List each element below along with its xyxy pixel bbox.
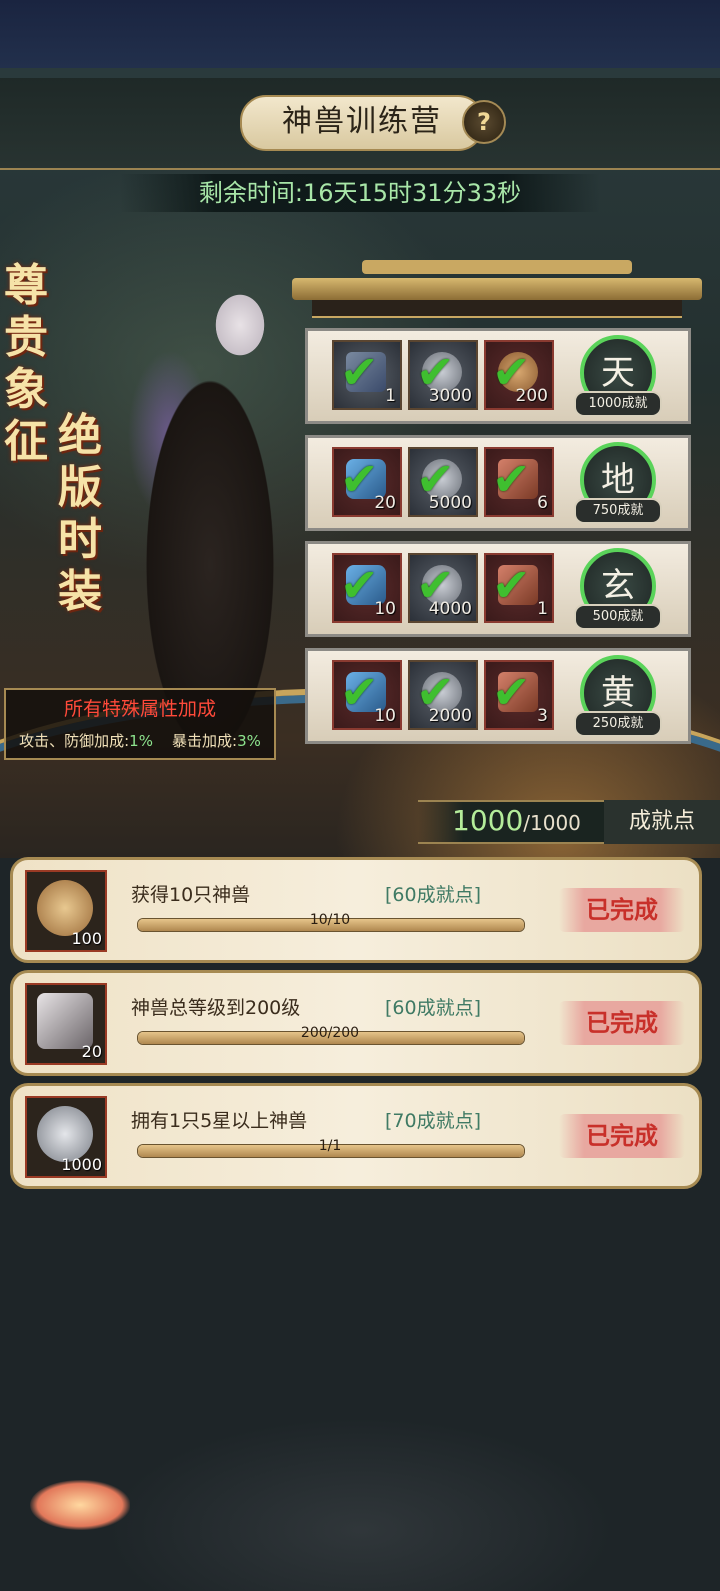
- bonus-title: 所有特殊属性加成: [63, 698, 216, 720]
- task-description: 神兽总等级到200级: [131, 997, 301, 1019]
- tier-row-di: ✔ 20 ✔ 5000 ✔ 6 地 750成就: [305, 435, 691, 531]
- task-reward-item[interactable]: 100: [25, 870, 107, 952]
- task-reward-item[interactable]: 20: [25, 983, 107, 1065]
- achievement-points-bar: 1000/1000 成就点: [418, 800, 720, 844]
- stone-icon: [37, 993, 93, 1049]
- tier-row-xuan: ✔ 10 ✔ 4000 ✔ 1 玄 500成就: [305, 541, 691, 637]
- task-reward-points: [70成就点]: [385, 1110, 482, 1132]
- remaining-time: 剩余时间:16天15时31分33秒: [120, 174, 600, 212]
- task-card: 20 神兽总等级到200级 [60成就点] 200/200 已完成: [10, 970, 702, 1076]
- reward-slot[interactable]: ✔ 4000: [408, 553, 478, 623]
- task-status-button[interactable]: 已完成: [559, 888, 685, 932]
- task-reward-points: [60成就点]: [385, 884, 482, 906]
- check-icon: ✔: [492, 558, 531, 612]
- help-button[interactable]: ?: [462, 100, 506, 144]
- bonus-crit-value: 3%: [237, 732, 261, 750]
- check-icon: ✔: [492, 665, 531, 719]
- reward-slot[interactable]: ✔ 200: [484, 340, 554, 410]
- tier-row-huang: ✔ 10 ✔ 2000 ✔ 3 黄 250成就: [305, 648, 691, 744]
- task-description: 获得10只神兽: [131, 884, 251, 906]
- pavilion-roof: [272, 254, 720, 324]
- top-bar: [0, 0, 720, 68]
- bonus-detail: 攻击、防御加成:1% 暴击加成:3%: [6, 730, 274, 751]
- reward-slot[interactable]: ✔ 2000: [408, 660, 478, 730]
- task-reward-item[interactable]: 1000: [25, 1096, 107, 1178]
- task-progress-text: 10/10: [309, 912, 351, 928]
- page-title: 神兽训练营: [240, 95, 484, 151]
- task-reward-points: [60成就点]: [385, 997, 482, 1019]
- bottom-decoration: [0, 1200, 720, 1591]
- tier-row-tian: ✔ 1 ✔ 3000 ✔ 200 天 1000成就: [305, 328, 691, 424]
- reward-slot[interactable]: ✔ 3: [484, 660, 554, 730]
- points-value: 1000/1000: [452, 804, 581, 837]
- check-icon: ✔: [340, 665, 379, 719]
- bag-icon: [37, 880, 93, 936]
- task-card: 1000 拥有1只5星以上神兽 [70成就点] 1/1 已完成: [10, 1083, 702, 1189]
- check-icon: ✔: [340, 452, 379, 506]
- task-progress-text: 200/200: [300, 1025, 360, 1041]
- task-status-button[interactable]: 已完成: [559, 1001, 685, 1045]
- promo-text-right: 绝版时装: [58, 410, 102, 617]
- reward-slot[interactable]: ✔ 20: [332, 447, 402, 517]
- check-icon: ✔: [492, 452, 531, 506]
- reward-slot[interactable]: ✔ 6: [484, 447, 554, 517]
- reward-slot[interactable]: ✔ 10: [332, 660, 402, 730]
- task-description: 拥有1只5星以上神兽: [131, 1110, 308, 1132]
- check-icon: ✔: [340, 558, 379, 612]
- reward-slot[interactable]: ✔ 5000: [408, 447, 478, 517]
- tier-medal[interactable]: 天 1000成就: [574, 335, 662, 417]
- reward-slot[interactable]: ✔ 1: [484, 553, 554, 623]
- reward-slot[interactable]: ✔ 10: [332, 553, 402, 623]
- silver-coin-icon: [37, 1106, 93, 1162]
- task-card: 100 获得10只神兽 [60成就点] 10/10 已完成: [10, 857, 702, 963]
- points-label: 成就点: [604, 800, 720, 844]
- promo-text-left: 尊贵象征: [4, 260, 48, 467]
- bonus-panel: 所有特殊属性加成 攻击、防御加成:1% 暴击加成:3%: [4, 688, 276, 760]
- task-progress-text: 1/1: [318, 1138, 342, 1154]
- reward-slot[interactable]: ✔ 1: [332, 340, 402, 410]
- reward-slot[interactable]: ✔ 3000: [408, 340, 478, 410]
- tier-medal[interactable]: 黄 250成就: [574, 655, 662, 737]
- bonus-crit-label: 暴击加成:: [172, 732, 238, 750]
- tier-medal[interactable]: 地 750成就: [574, 442, 662, 524]
- koi-fish-icon[interactable]: [30, 1480, 130, 1530]
- tier-medal[interactable]: 玄 500成就: [574, 548, 662, 630]
- task-status-button[interactable]: 已完成: [559, 1114, 685, 1158]
- question-icon: ?: [477, 108, 491, 136]
- bonus-attack-label: 攻击、防御加成:: [19, 732, 130, 750]
- check-icon: ✔: [340, 345, 379, 399]
- bonus-attack-value: 1%: [129, 732, 153, 750]
